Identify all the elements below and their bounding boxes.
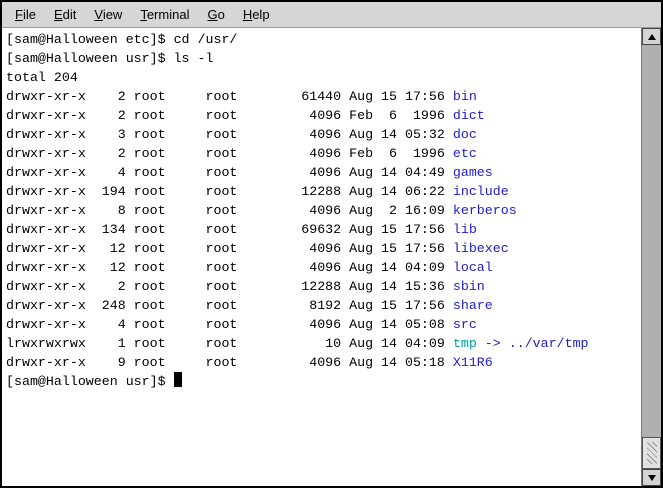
menu-item-view[interactable]: View [85,4,131,25]
grip-icon [647,442,657,464]
menu-item-help[interactable]: Help [234,4,279,25]
terminal-text: drwxr-xr-x 248 root root 8192 Aug 15 17:… [6,298,453,313]
terminal-line: drwxr-xr-x 12 root root 4096 Aug 15 17:5… [6,239,641,258]
terminal-line: [sam@Halloween usr]$ ls -l [6,49,641,68]
up-arrow-icon [648,34,656,40]
terminal-text: drwxr-xr-x 2 root root 4096 Feb 6 1996 [6,146,453,161]
file-name-dir: share [453,298,493,313]
file-name-dir: sbin [453,279,485,294]
terminal-line: drwxr-xr-x 2 root root 4096 Feb 6 1996 d… [6,106,641,125]
terminal-text: drwxr-xr-x 9 root root 4096 Aug 14 05:18 [6,355,453,370]
terminal-line: drwxr-xr-x 134 root root 69632 Aug 15 17… [6,220,641,239]
terminal-text: drwxr-xr-x 8 root root 4096 Aug 2 16:09 [6,203,453,218]
terminal-line: [sam@Halloween etc]$ cd /usr/ [6,30,641,49]
terminal-line: [sam@Halloween usr]$ [6,372,641,391]
terminal-line: total 204 [6,68,641,87]
terminal-line: drwxr-xr-x 9 root root 4096 Aug 14 05:18… [6,353,641,372]
terminal-text: drwxr-xr-x 3 root root 4096 Aug 14 05:32 [6,127,453,142]
menu-bar: FileEditViewTerminalGoHelp [2,2,661,28]
terminal-line: drwxr-xr-x 194 root root 12288 Aug 14 06… [6,182,641,201]
terminal-text: drwxr-xr-x 2 root root 12288 Aug 14 15:3… [6,279,453,294]
scrollbar[interactable] [641,28,661,486]
terminal-line: drwxr-xr-x 4 root root 4096 Aug 14 04:49… [6,163,641,182]
menu-item-file[interactable]: File [6,4,45,25]
terminal-text: drwxr-xr-x 12 root root 4096 Aug 14 04:0… [6,260,453,275]
menu-item-edit[interactable]: Edit [45,4,85,25]
terminal-text: drwxr-xr-x 2 root root 61440 Aug 15 17:5… [6,89,453,104]
terminal-text: drwxr-xr-x 4 root root 4096 Aug 14 05:08 [6,317,453,332]
file-name-dir: ../var/tmp [509,336,589,351]
terminal-text: lrwxrwxrwx 1 root root 10 Aug 14 04:09 [6,336,453,351]
file-name-dir: local [453,260,493,275]
terminal-line: drwxr-xr-x 8 root root 4096 Aug 2 16:09 … [6,201,641,220]
terminal-text: drwxr-xr-x 194 root root 12288 Aug 14 06… [6,184,453,199]
terminal-text: drwxr-xr-x 2 root root 4096 Feb 6 1996 [6,108,453,123]
menu-item-go[interactable]: Go [198,4,233,25]
scrollbar-thumb[interactable] [642,437,661,469]
menu-item-terminal[interactable]: Terminal [131,4,198,25]
file-name-dir: lib [453,222,477,237]
terminal-text: drwxr-xr-x 134 root root 69632 Aug 15 17… [6,222,453,237]
file-name-dir: include [453,184,509,199]
file-name-dir: src [453,317,477,332]
terminal-text: [sam@Halloween usr]$ [6,374,174,389]
terminal-line: drwxr-xr-x 4 root root 4096 Aug 14 05:08… [6,315,641,334]
scrollbar-down-button[interactable] [642,469,661,486]
file-name-dir: games [453,165,493,180]
terminal-line: drwxr-xr-x 3 root root 4096 Aug 14 05:32… [6,125,641,144]
file-name-dir: X11R6 [453,355,493,370]
down-arrow-icon [648,475,656,481]
terminal-line: drwxr-xr-x 2 root root 12288 Aug 14 15:3… [6,277,641,296]
terminal-content: [sam@Halloween etc]$ cd /usr/ [sam@Hallow… [2,28,661,486]
scrollbar-up-button[interactable] [642,28,661,45]
terminal-text: total 204 [6,70,78,85]
file-name-dir: bin [453,89,477,104]
terminal-text: drwxr-xr-x 4 root root 4096 Aug 14 04:49 [6,165,453,180]
file-name-dir: kerberos [453,203,517,218]
terminal-line: drwxr-xr-x 2 root root 61440 Aug 15 17:5… [6,87,641,106]
terminal-line: drwxr-xr-x 248 root root 8192 Aug 15 17:… [6,296,641,315]
file-name-dir: etc [453,146,477,161]
scrollbar-track[interactable] [642,45,661,469]
terminal-screen[interactable]: [sam@Halloween etc]$ cd /usr/ [sam@Hallow… [2,28,641,486]
file-name-dir: doc [453,127,477,142]
file-name-symlink: tmp [453,336,477,351]
terminal-text: [sam@Halloween etc]$ cd /usr/ [6,32,237,47]
file-name-dir: libexec [453,241,509,256]
file-name-dir: -> [477,336,509,351]
terminal-text: drwxr-xr-x 12 root root 4096 Aug 15 17:5… [6,241,453,256]
file-name-dir: dict [453,108,485,123]
terminal-line: drwxr-xr-x 2 root root 4096 Feb 6 1996 e… [6,144,641,163]
block-cursor [174,372,182,387]
terminal-line: drwxr-xr-x 12 root root 4096 Aug 14 04:0… [6,258,641,277]
terminal-text: [sam@Halloween usr]$ ls -l [6,51,213,66]
terminal-line: lrwxrwxrwx 1 root root 10 Aug 14 04:09 t… [6,334,641,353]
terminal-window: FileEditViewTerminalGoHelp [sam@Hallowee… [0,0,663,488]
